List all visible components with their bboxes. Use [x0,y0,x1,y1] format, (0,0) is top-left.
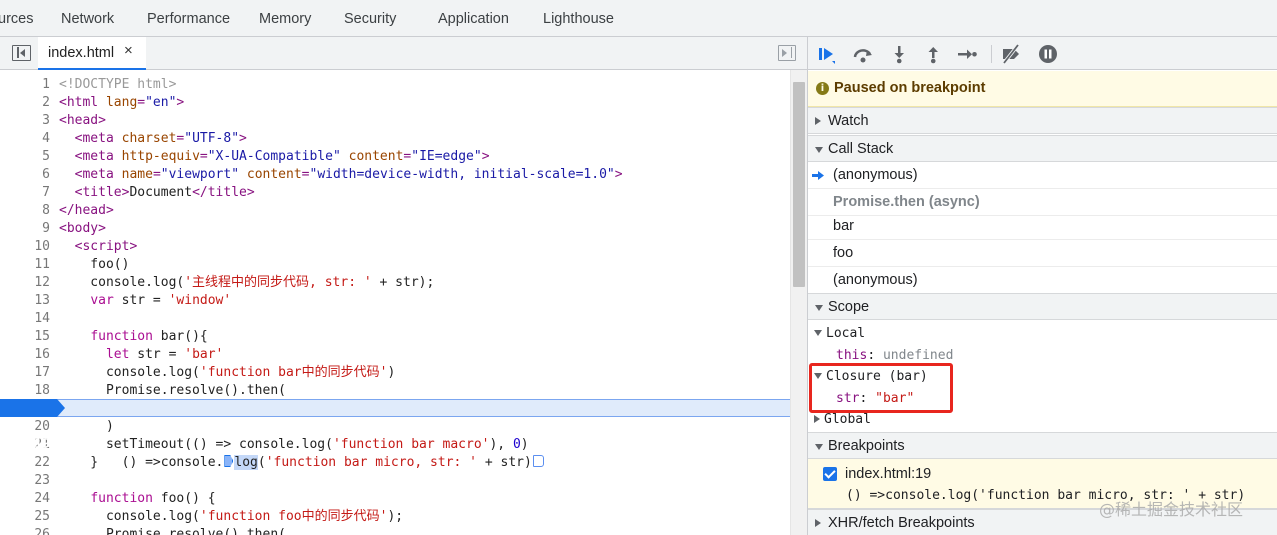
step-into-icon[interactable] [888,43,910,65]
info-icon: i [816,82,829,95]
section-label: XHR/fetch Breakpoints [828,515,975,531]
code-line: 26 Promise.resolve().then( [34,527,286,535]
close-icon[interactable]: × [124,42,133,59]
code-line: 3 <head> [42,113,106,128]
code-line: 8 </head> [42,203,114,218]
step-icon[interactable] [956,43,978,65]
section-label: Scope [828,299,870,315]
code-line: 20 ) [34,419,114,434]
file-tab-label: index.html [48,45,115,61]
debugger-sidebar: i Paused on breakpoint Watch Call Stack … [808,37,1277,535]
breakpoint-checkbox[interactable] [823,467,837,481]
deactivate-breakpoints-icon[interactable] [1000,43,1022,65]
paused-message: Paused on breakpoint [834,80,986,96]
code-line: 13 var str = 'window' [34,293,232,308]
tab-memory[interactable]: Memory [259,0,311,37]
code-line: 15 function bar(){ [34,329,208,344]
section-call-stack[interactable]: Call Stack [808,135,1277,162]
frame-label: Promise.then (async) [833,194,980,210]
expanded-arrow-icon [814,330,822,336]
tab-network[interactable]: Network [61,0,114,37]
collapsed-arrow-icon [815,519,821,527]
section-label: Call Stack [828,141,894,157]
code-line: 24 function foo() { [34,491,216,506]
current-execution-line: 19 () =>console. log('function bar micro,… [0,399,790,470]
pause-on-exceptions-icon[interactable] [1037,43,1059,65]
call-frame[interactable]: foo [808,240,1277,267]
code-line: 22 } [34,455,99,470]
expanded-arrow-icon [815,147,823,153]
scope-property: this: undefined [836,348,954,363]
editor-tab-bar: index.html × [0,37,807,70]
code-line: 12 console.log('主线程中的同步代码, str: ' + str)… [34,275,435,290]
expanded-arrow-icon [815,305,823,311]
scope-global[interactable]: Global [814,412,871,427]
editor-scrollbar[interactable] [790,70,807,535]
code-line: 9 <body> [42,221,106,236]
call-frame[interactable]: bar [808,213,1277,240]
frame-label: (anonymous) [833,272,918,288]
step-over-icon[interactable] [852,43,874,65]
code-line: 5 <meta http-equiv="X-UA-Compatible" con… [42,149,490,164]
frame-label: (anonymous) [833,167,918,183]
highlight-box [809,363,953,413]
current-frame-arrow-icon [812,171,824,180]
code-line: 21 setTimeout(() => console.log('functio… [34,437,529,452]
code-line: 18 Promise.resolve().then( [34,383,286,398]
code-line: 7 <title>Document</title> [42,185,255,200]
section-breakpoints[interactable]: Breakpoints [808,432,1277,459]
tab-application[interactable]: Application [438,0,509,37]
frame-label: foo [833,245,854,261]
section-scope[interactable]: Scope [808,293,1277,320]
section-label: Breakpoints [828,438,905,454]
tab-performance[interactable]: Performance [147,0,230,37]
collapsed-arrow-icon [815,117,821,125]
step-out-icon[interactable] [922,43,944,65]
code-line: 23 [34,473,50,488]
tab-lighthouse[interactable]: Lighthouse [543,0,614,37]
call-frame[interactable]: (anonymous) [808,267,1277,294]
code-line: 11 foo() [34,257,130,272]
devtools-panel-tabs: urces Network Performance Memory Securit… [0,0,1277,37]
watermark: @稀土掘金技术社区 [1099,500,1244,519]
collapsed-arrow-icon [814,415,820,423]
toolbar-separator [991,45,992,63]
section-label: Watch [828,113,869,129]
toggle-debugger-icon[interactable] [778,45,796,61]
code-editor[interactable]: 1 <!DOCTYPE html> 2 <html lang="en"> 3 <hea… [0,70,790,535]
toggle-navigator-icon[interactable] [12,45,31,61]
code-line: 25 console.log('function foo中的同步代码'); [34,509,404,524]
code-line: 10 <script> [34,239,138,254]
code-line: 1 <!DOCTYPE html> [42,77,177,92]
scrollbar-thumb[interactable] [793,82,805,287]
tab-sources[interactable]: urces [0,0,33,37]
debugger-toolbar [808,37,1277,70]
breakpoint-location: index.html:19 [845,466,932,482]
section-watch[interactable]: Watch [808,107,1277,134]
call-frame-current[interactable]: (anonymous) [808,162,1277,189]
code-line: 14 [34,311,50,326]
code-line: 2 <html lang="en"> [42,95,185,110]
breakpoint-marker[interactable] [0,399,65,417]
call-frame-async: Promise.then (async) [808,189,1277,216]
resume-icon[interactable] [816,43,838,65]
code-line: 17 console.log('function bar中的同步代码') [34,365,396,380]
scope-local[interactable]: Local [814,326,865,341]
code-line: 6 <meta name="viewport" content="width=d… [42,167,623,182]
code-line: 16 let str = 'bar' [34,347,224,362]
frame-label: bar [833,218,854,234]
expanded-arrow-icon [815,444,823,450]
file-tab[interactable]: index.html × [38,37,146,70]
code-line: 4 <meta charset="UTF-8"> [42,131,247,146]
tab-security[interactable]: Security [344,0,396,37]
paused-banner: i Paused on breakpoint [808,71,1277,107]
